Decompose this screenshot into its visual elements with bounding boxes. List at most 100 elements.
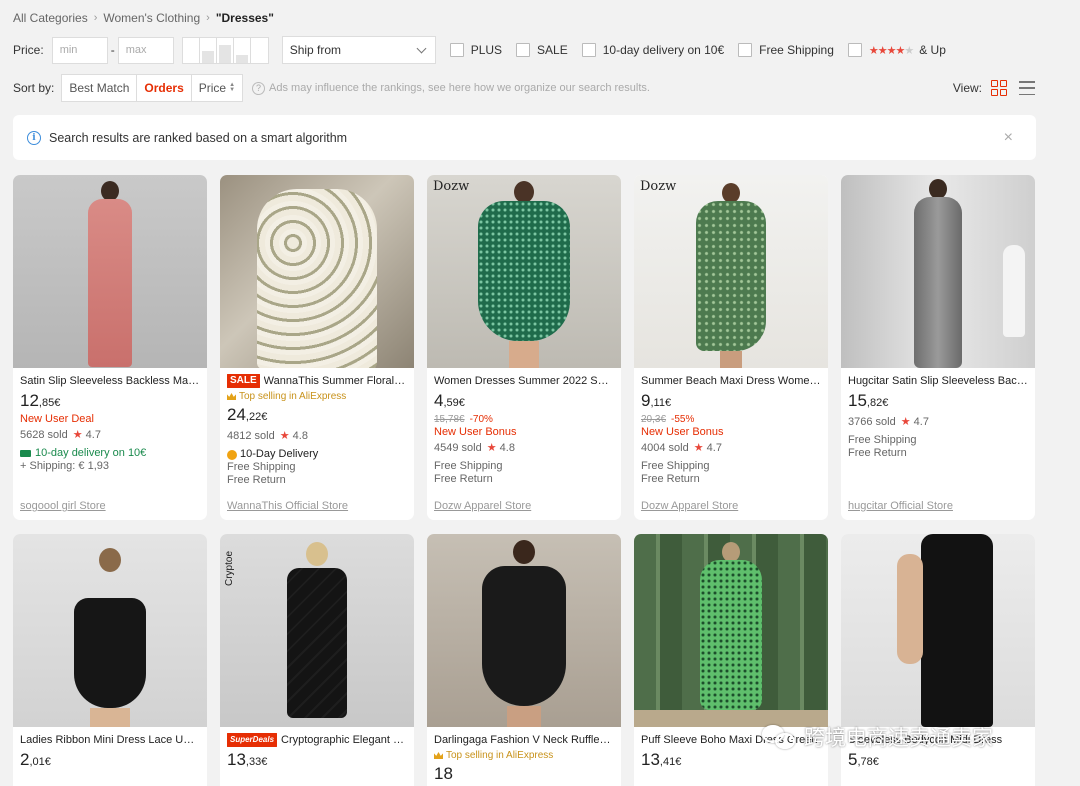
sort-price[interactable]: Price ▲ ▼ [192, 75, 242, 101]
plus-checkbox[interactable] [449, 43, 464, 57]
free-shipping-text: Free Shipping [641, 460, 710, 472]
rating-checkbox[interactable] [847, 43, 862, 57]
product-card[interactable]: SALEWannaThis Summer Floral Dress Top se… [220, 175, 414, 520]
ten-day-delivery-filter[interactable]: 10-day delivery on 10€ [581, 43, 724, 57]
top-selling-badge: Top selling in AliExpress [227, 391, 407, 402]
store-link[interactable]: Dozw Apparel Store [434, 500, 531, 512]
promo-text: New User Bonus [434, 426, 517, 438]
price-label: Price: [13, 43, 44, 57]
price-range-bar[interactable] [234, 37, 251, 63]
brand-watermark: Dozw [640, 179, 677, 194]
price-range-bar[interactable] [251, 38, 268, 63]
price-range-bar[interactable] [217, 37, 234, 63]
price-range-bar[interactable] [200, 37, 217, 63]
product-price: 4,59€ [434, 391, 465, 410]
original-price: 15,78€ -70% [434, 414, 493, 425]
free-shipping-filter[interactable]: Free Shipping [738, 43, 834, 57]
breadcrumb: All Categories › Women's Clothing › "Dre… [13, 11, 274, 25]
sale-label: SALE [537, 43, 568, 57]
product-image[interactable] [13, 175, 207, 368]
free-shipping-checkbox[interactable] [738, 43, 753, 57]
product-image[interactable] [841, 175, 1035, 368]
product-image[interactable] [220, 175, 414, 368]
rating-filter[interactable]: ★★★★★ & Up [847, 43, 946, 57]
price-range-bar[interactable] [183, 37, 200, 63]
product-image-shape [897, 554, 923, 664]
sold-count: 3766 sold ★ 4.7 [848, 416, 929, 428]
product-title[interactable]: SuperDealsCryptographic Elegant Black Dr… [227, 733, 407, 747]
fast-delivery-badge: 10-Day Delivery [227, 448, 407, 461]
chevron-down-icon [416, 43, 427, 53]
product-image[interactable]: Cryptoe [220, 534, 414, 727]
product-card[interactable]: Hugcitar Satin Slip Sleeveless Backless … [841, 175, 1035, 520]
crown-icon [434, 752, 443, 759]
help-icon[interactable]: ? [252, 81, 266, 95]
delivery-badge: 10-day delivery on 10€ [20, 447, 200, 460]
sale-filter[interactable]: SALE [516, 43, 568, 57]
store-link[interactable]: Dozw Apparel Store [641, 500, 738, 512]
product-image[interactable] [427, 534, 621, 727]
ads-note[interactable]: Ads may influence the rankings, see here… [269, 82, 650, 94]
product-price: 15,82€ [848, 391, 889, 410]
sale-tag: SALE [227, 374, 260, 388]
ten-day-delivery-checkbox[interactable] [581, 43, 596, 57]
product-image[interactable] [13, 534, 207, 727]
sort-best-match[interactable]: Best Match [62, 75, 138, 101]
product-card[interactable]: Ladies Ribbon Mini Dress Lace Up Bodycon… [13, 534, 207, 786]
product-image-shape [88, 199, 132, 367]
product-title[interactable]: Women Dresses Summer 2022 Sexy V Neck [434, 374, 614, 388]
product-image[interactable]: Dozw [427, 175, 621, 368]
breadcrumb-all-categories[interactable]: All Categories [13, 11, 88, 25]
and-up-label: & Up [919, 43, 946, 57]
product-image-shape [513, 540, 535, 564]
product-title[interactable]: Ladies Ribbon Mini Dress Lace Up Bodycon [20, 733, 200, 747]
store-link[interactable]: WannaThis Official Store [227, 500, 348, 512]
product-card[interactable]: Darlingaga Fashion V Neck Ruffles Dress … [427, 534, 621, 786]
product-card[interactable]: Cryptoe SuperDeals Cryptographic Elegant … [220, 534, 414, 786]
breadcrumb-chevron-icon: › [206, 12, 210, 24]
product-card[interactable]: Satin Slip Sleeveless Backless Maxi Dres… [13, 175, 207, 520]
product-price: 18 [434, 764, 453, 783]
watermark-overlay: 跨境电商速卖通卖家 [762, 722, 993, 752]
breadcrumb-womens-clothing[interactable]: Women's Clothing [103, 11, 200, 25]
product-title[interactable]: Darlingaga Fashion V Neck Ruffles Dress [434, 733, 614, 747]
product-title[interactable]: Hugcitar Satin Slip Sleeveless Backless … [848, 374, 1028, 388]
sale-checkbox[interactable] [516, 43, 531, 57]
product-image[interactable] [634, 534, 828, 727]
sort-orders[interactable]: Orders [137, 75, 192, 101]
price-min-input[interactable]: min [51, 36, 108, 64]
close-icon[interactable]: × [1004, 129, 1013, 147]
product-image-shape [306, 542, 328, 566]
product-image-shape [700, 560, 762, 710]
breadcrumb-chevron-icon: › [93, 12, 98, 24]
product-title[interactable]: Satin Slip Sleeveless Backless Maxi Dres… [20, 374, 200, 388]
product-title[interactable]: Summer Beach Maxi Dress Women Floral [641, 374, 821, 388]
store-link[interactable]: sogoool girl Store [20, 500, 106, 512]
promo-text: New User Deal [20, 413, 94, 425]
plus-label: PLUS [470, 43, 503, 57]
breadcrumb-current: "Dresses" [215, 11, 274, 25]
star-icon: ★ [693, 442, 704, 454]
view-label: View: [952, 81, 982, 95]
sort-options: Best Match Orders Price ▲ ▼ [61, 74, 244, 102]
grid-view-icon[interactable] [991, 80, 1007, 96]
price-max-input[interactable]: max [117, 36, 174, 64]
star-icon: ★ [486, 442, 497, 454]
wechat-icon [762, 723, 800, 751]
sort-label: Sort by: [13, 81, 55, 95]
store-link[interactable]: hugcitar Official Store [848, 500, 953, 512]
price-range-histogram[interactable] [181, 36, 269, 64]
info-icon: i [27, 130, 41, 145]
plus-filter[interactable]: PLUS [449, 43, 503, 57]
product-card[interactable]: Dozw Summer Beach Maxi Dress Women Flora… [634, 175, 828, 520]
product-price: 12,85€ [20, 391, 61, 410]
watermark-text: 跨境电商速卖通卖家 [804, 727, 993, 750]
product-title[interactable]: SALEWannaThis Summer Floral Dress [227, 374, 407, 388]
product-card[interactable]: Dozw Women Dresses Summer 2022 Sexy V Ne… [427, 175, 621, 520]
brand-watermark: Dozw [433, 179, 470, 194]
product-image[interactable]: Dozw [634, 175, 828, 368]
product-image[interactable] [841, 534, 1035, 727]
algorithm-notice: i Search results are ranked based on a s… [13, 115, 1036, 160]
list-view-icon[interactable] [1019, 81, 1035, 95]
ship-from-select[interactable]: Ship from [281, 36, 436, 64]
